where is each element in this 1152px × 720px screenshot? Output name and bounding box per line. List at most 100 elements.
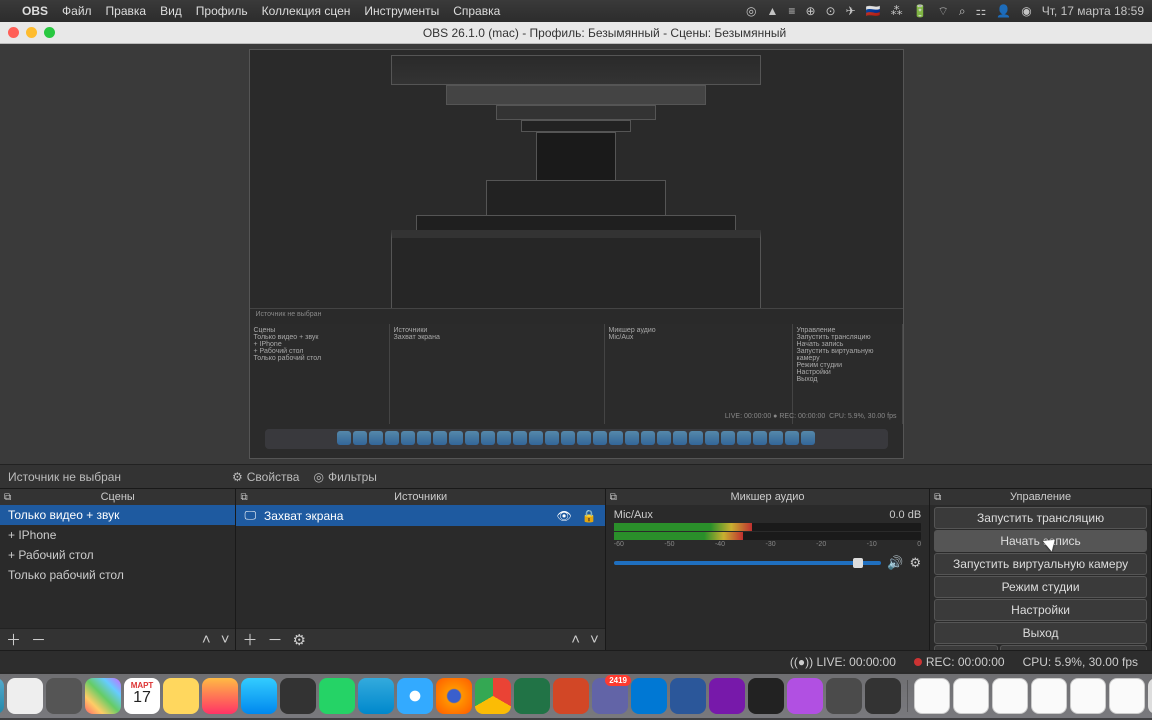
dock-notes[interactable]: [163, 678, 199, 714]
dock-trash[interactable]: [1148, 678, 1152, 714]
settings-button[interactable]: Настройки: [934, 599, 1147, 621]
popout-icon[interactable]: ⧉: [240, 492, 247, 503]
dock-sublime[interactable]: [826, 678, 862, 714]
dock-podcasts[interactable]: [787, 678, 823, 714]
dock-photos[interactable]: [85, 678, 121, 714]
scene-item[interactable]: + Рабочий стол: [0, 545, 235, 565]
studio-mode-button[interactable]: Режим студии: [934, 576, 1147, 598]
dock-chrome[interactable]: [475, 678, 511, 714]
battery-icon[interactable]: 🔋: [913, 4, 928, 18]
preview-area[interactable]: Источник не выбран СценыТолько видео + з…: [0, 44, 1152, 464]
window-title: OBS 26.1.0 (mac) - Профиль: Безымянный -…: [65, 26, 1144, 40]
exit-button[interactable]: Выход: [934, 622, 1147, 644]
source-item[interactable]: 🖵 Захват экрана 👁 🔒: [236, 505, 604, 526]
dock-file[interactable]: [1070, 678, 1106, 714]
tray-icon[interactable]: ✈: [846, 4, 856, 18]
move-up-button[interactable]: ˄: [202, 631, 211, 648]
dock-word[interactable]: [670, 678, 706, 714]
remove-source-button[interactable]: －: [267, 629, 282, 650]
filter-icon: ◎: [313, 470, 323, 484]
flag-icon[interactable]: 🇷🇺: [866, 4, 881, 18]
audio-mixer-panel: ⧉Микшер аудио Mic/Aux 0.0 dB -60-50-40-3…: [606, 489, 930, 650]
app-name[interactable]: OBS: [22, 4, 48, 18]
move-down-button[interactable]: ˅: [221, 631, 230, 648]
scene-item[interactable]: Только видео + звук: [0, 505, 235, 525]
menu-profile[interactable]: Профиль: [196, 4, 248, 18]
dock-appstore[interactable]: [241, 678, 277, 714]
move-up-button[interactable]: ˄: [571, 631, 580, 648]
add-source-button[interactable]: ＋: [242, 629, 257, 650]
wifi-icon[interactable]: ⌔: [938, 4, 949, 19]
add-scene-button[interactable]: ＋: [6, 629, 21, 650]
bluetooth-icon[interactable]: ⁂: [891, 4, 903, 18]
tray-icon[interactable]: ▲: [767, 4, 779, 18]
preview-canvas[interactable]: Источник не выбран СценыТолько видео + з…: [249, 49, 904, 459]
visibility-icon[interactable]: 👁: [557, 509, 572, 523]
start-stream-button[interactable]: Запустить трансляцию: [934, 507, 1147, 529]
dock-calculator[interactable]: [280, 678, 316, 714]
move-down-button[interactable]: ˅: [590, 631, 599, 648]
filters-button[interactable]: ◎Фильтры: [313, 470, 376, 484]
dock-whatsapp[interactable]: [319, 678, 355, 714]
dock-obs[interactable]: [865, 678, 901, 714]
search-icon[interactable]: ⌕: [959, 4, 966, 19]
dock-file[interactable]: [914, 678, 950, 714]
properties-button[interactable]: ⚙Свойства: [232, 470, 299, 484]
controls-title: Управление: [1010, 491, 1071, 503]
tray-icon[interactable]: ◎: [746, 4, 756, 18]
dock-file[interactable]: [1031, 678, 1067, 714]
tray-icon[interactable]: ⊙: [826, 4, 836, 18]
dock-safari[interactable]: [397, 678, 433, 714]
source-name: Захват экрана: [264, 509, 343, 523]
start-vcam-button[interactable]: Запустить виртуальную камеру: [934, 553, 1147, 575]
source-properties-button[interactable]: ⚙: [292, 631, 305, 649]
dock-settings[interactable]: [46, 678, 82, 714]
menu-edit[interactable]: Правка: [106, 4, 147, 18]
dock-file[interactable]: [1109, 678, 1145, 714]
menu-file[interactable]: Файл: [62, 4, 92, 18]
dock-telegram[interactable]: [358, 678, 394, 714]
dock-teams[interactable]: 2419: [592, 678, 628, 714]
control-center-icon[interactable]: ⚏: [976, 4, 987, 18]
menu-view[interactable]: Вид: [160, 4, 182, 18]
display-icon: 🖵: [244, 508, 256, 523]
track-db: 0.0 dB: [889, 509, 921, 521]
speaker-icon[interactable]: 🔊: [887, 555, 903, 571]
menu-tools[interactable]: Инструменты: [364, 4, 439, 18]
tray-icon[interactable]: ⊕: [805, 4, 815, 18]
dock-finder[interactable]: [0, 678, 4, 714]
dock-onenote[interactable]: [709, 678, 745, 714]
tray-icon[interactable]: ≡: [788, 4, 795, 18]
clock[interactable]: Чт, 17 марта 18:59: [1042, 4, 1144, 18]
start-record-button[interactable]: Начать запись: [934, 530, 1147, 552]
volume-slider[interactable]: [614, 561, 882, 565]
dock-excel[interactable]: [514, 678, 550, 714]
popout-icon[interactable]: ⧉: [4, 492, 11, 503]
dock-file[interactable]: [992, 678, 1028, 714]
status-bar: ((●)) LIVE: 00:00:00 REC: 00:00:00 CPU: …: [0, 650, 1152, 672]
gear-icon[interactable]: ⚙: [910, 555, 922, 571]
popout-icon[interactable]: ⧉: [610, 492, 617, 503]
dock-file[interactable]: [953, 678, 989, 714]
popout-icon[interactable]: ⧉: [934, 492, 941, 503]
user-icon[interactable]: 👤: [996, 4, 1011, 18]
dock-launchpad[interactable]: [7, 678, 43, 714]
traffic-lights: [8, 27, 55, 38]
scene-item[interactable]: + IPhone: [0, 525, 235, 545]
dock-powerpoint[interactable]: [553, 678, 589, 714]
dock-calendar[interactable]: МАРТ: [124, 678, 160, 714]
fullscreen-button[interactable]: [44, 27, 55, 38]
siri-icon[interactable]: ◉: [1021, 4, 1031, 18]
lock-icon[interactable]: 🔒: [582, 509, 597, 523]
minimize-button[interactable]: [26, 27, 37, 38]
menu-scene-collection[interactable]: Коллекция сцен: [262, 4, 351, 18]
controls-panel: ⧉ Управление Запустить трансляцию Начать …: [930, 489, 1152, 650]
menu-help[interactable]: Справка: [453, 4, 500, 18]
scene-item[interactable]: Только рабочий стол: [0, 565, 235, 585]
dock-firefox[interactable]: [436, 678, 472, 714]
dock-outlook[interactable]: [631, 678, 667, 714]
dock-music[interactable]: [202, 678, 238, 714]
close-button[interactable]: [8, 27, 19, 38]
remove-scene-button[interactable]: －: [31, 629, 46, 650]
dock-terminal[interactable]: [748, 678, 784, 714]
